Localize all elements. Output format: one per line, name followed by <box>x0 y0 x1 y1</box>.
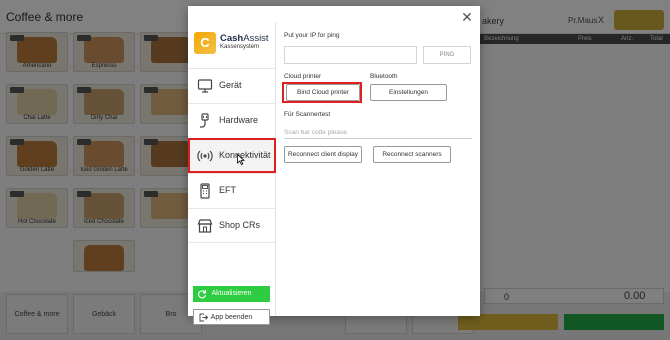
sidebar-item-geraet[interactable]: Gerät <box>188 68 276 103</box>
sidebar-item-label: Shop CRs <box>219 220 261 230</box>
scanner-test-input[interactable] <box>284 126 472 139</box>
refresh-icon <box>198 290 207 299</box>
sidebar-item-label: Hardware <box>219 115 259 125</box>
bluetooth-settings-button[interactable]: Einstellungen <box>370 84 447 101</box>
bind-cloud-printer-button[interactable]: Bind Cloud printer <box>286 84 360 101</box>
reconnect-client-display-button[interactable]: Reconnect client display <box>284 146 362 163</box>
monitor-icon <box>197 79 213 93</box>
refresh-button-label: Aktualisieren <box>211 290 252 297</box>
ip-input[interactable] <box>284 46 417 64</box>
mouse-cursor-icon <box>237 154 245 165</box>
sidebar-item-konnektivitaet[interactable]: Konnektivität <box>188 138 276 173</box>
payment-terminal-icon <box>200 183 210 199</box>
usb-plug-icon <box>200 113 209 128</box>
settings-sidebar: C CashAssist Kassensystem Gerät Hardware… <box>188 22 276 325</box>
cloud-printer-label: Cloud printer <box>284 73 322 80</box>
reconnect-scanners-button[interactable]: Reconnect scanners <box>373 146 451 163</box>
sidebar-item-label: EFT <box>219 185 236 195</box>
sidebar-item-eft[interactable]: EFT <box>188 173 276 208</box>
exit-app-button[interactable]: App beenden <box>193 309 270 325</box>
exit-app-button-label: App beenden <box>210 314 253 321</box>
logo-mark: C <box>194 32 216 54</box>
scanner-test-label: Für Scannertest <box>284 111 331 118</box>
sidebar-item-hardware[interactable]: Hardware <box>188 103 276 138</box>
close-icon[interactable]: ✕ <box>460 10 474 24</box>
sidebar-item-label: Gerät <box>219 80 242 90</box>
broadcast-icon <box>197 150 213 162</box>
shop-icon <box>197 219 213 233</box>
logout-icon <box>199 313 208 322</box>
bluetooth-label: Bluetooth <box>370 73 398 80</box>
settings-modal: ✕ C CashAssist Kassensystem Gerät Hardwa… <box>188 6 480 325</box>
ping-label: Put your IP for ping <box>284 32 340 39</box>
logo-name: CashAssist <box>220 33 269 44</box>
sidebar-item-shop-crs[interactable]: Shop CRs <box>188 208 276 243</box>
cashassist-logo: C CashAssist Kassensystem <box>194 32 274 54</box>
ping-button[interactable]: PING <box>423 46 471 64</box>
refresh-button[interactable]: Aktualisieren <box>193 286 270 302</box>
logo-subtitle: Kassensystem <box>220 44 260 50</box>
